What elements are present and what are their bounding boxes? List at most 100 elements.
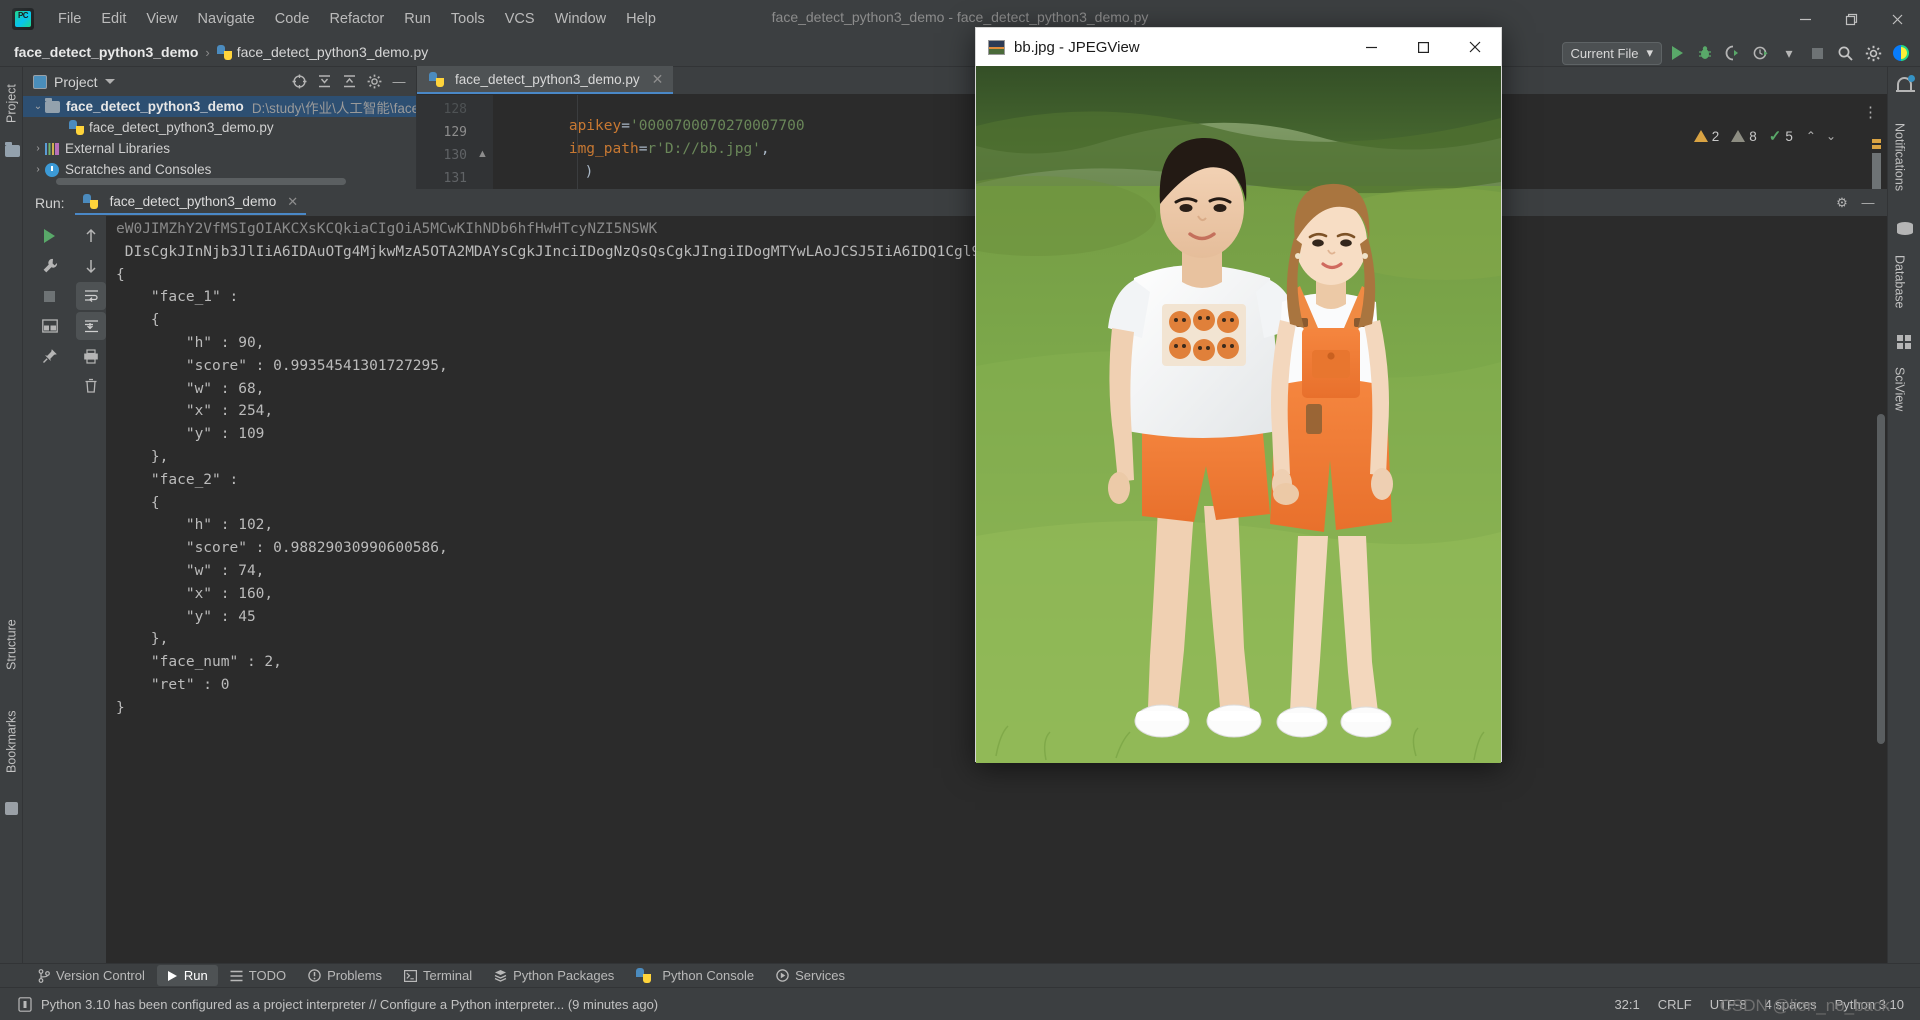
tool-tab-project[interactable]: Project [0,73,23,135]
breadcrumb-file[interactable]: face_detect_python3_demo.py [216,44,429,60]
jpegview-window[interactable]: bb.jpg - JPEGView [975,27,1502,763]
editor-more-options-button[interactable]: ⋮ [1863,103,1879,121]
tool-button-run[interactable]: Run [156,965,218,986]
menu-view[interactable]: View [136,7,187,31]
menu-window[interactable]: Window [545,7,617,31]
tree-item-external-libraries[interactable]: › External Libraries [23,138,416,159]
indent-setting[interactable]: 4 spaces [1765,997,1817,1012]
settings-button[interactable] [1860,40,1886,66]
menu-code[interactable]: Code [265,7,320,31]
ide-updates-button[interactable] [1888,40,1914,66]
sciview-icon[interactable] [1897,335,1911,349]
debug-button[interactable] [1692,40,1718,66]
run-panel-hide-button[interactable]: — [1857,192,1879,214]
chevron-up-icon[interactable]: ⌃ [1803,129,1819,143]
chevron-right-icon[interactable]: › [31,143,45,154]
print-button[interactable] [76,342,106,370]
edit-configuration-button[interactable] [35,252,65,280]
search-everywhere-button[interactable] [1832,40,1858,66]
layout-settings-button[interactable] [35,312,65,340]
clear-console-button[interactable] [76,372,106,400]
tree-item-project-root[interactable]: ⌄ face_detect_python3_demo D:\study\作业\人… [23,96,416,117]
jpegview-minimize-button[interactable] [1345,28,1397,66]
menu-vcs[interactable]: VCS [495,7,545,31]
tool-button-python-packages[interactable]: Python Packages [484,965,624,986]
breadcrumb-file-label: face_detect_python3_demo.py [236,44,429,60]
run-button[interactable] [1664,40,1690,66]
jpegview-title-bar[interactable]: bb.jpg - JPEGView [976,28,1501,66]
collapse-all-button[interactable] [338,71,360,93]
menu-navigate[interactable]: Navigate [188,7,265,31]
tree-item-python-file[interactable]: face_detect_python3_demo.py [23,117,416,138]
stop-process-button[interactable] [35,282,65,310]
tool-tab-database[interactable]: Database [1888,243,1911,321]
tool-button-label: Python Console [662,968,755,983]
chevron-down-icon[interactable]: ⌄ [31,101,45,112]
hide-project-panel-button[interactable]: — [388,71,410,93]
tool-tab-sciview[interactable]: SciView [1888,355,1911,423]
window-minimize-button[interactable] [1782,0,1828,38]
tool-button-python-console[interactable]: Python Console [626,965,764,986]
bookmark-icon[interactable] [5,802,18,815]
run-session-tab[interactable]: face_detect_python3_demo ✕ [74,191,307,215]
tree-item-scratches[interactable]: › Scratches and Consoles [23,159,416,180]
rerun-button[interactable] [35,222,65,250]
expand-all-button[interactable] [313,71,335,93]
scroll-up-button[interactable] [76,222,106,250]
stop-button[interactable] [1804,40,1830,66]
tool-tab-notifications[interactable]: Notifications [1888,103,1911,211]
breadcrumb-project[interactable]: face_detect_python3_demo [14,44,198,60]
editor-tab-face-detect[interactable]: face_detect_python3_demo.py ✕ [417,66,674,94]
menu-help[interactable]: Help [616,7,666,31]
window-restore-button[interactable] [1828,0,1874,38]
menu-tools[interactable]: Tools [441,7,495,31]
jpegview-close-button[interactable] [1449,28,1501,66]
project-panel-title[interactable]: Project [54,74,98,90]
caret-position[interactable]: 32:1 [1614,997,1639,1012]
soft-wrap-button[interactable] [76,282,106,310]
project-folder-icon[interactable] [5,142,20,157]
tool-button-todo[interactable]: TODO [220,965,296,986]
event-log-icon[interactable] [18,996,32,1012]
tool-button-version-control[interactable]: Version Control [28,965,155,986]
select-opened-file-button[interactable] [288,71,310,93]
project-horizontal-scrollbar[interactable] [56,178,346,185]
file-encoding[interactable]: UTF-8 [1710,997,1747,1012]
tool-tab-bookmarks[interactable]: Bookmarks [0,697,23,787]
interpreter-selector[interactable]: Python 3.10 [1835,997,1904,1012]
tool-button-terminal[interactable]: Terminal [394,965,482,986]
project-tool-window: Project — ⌄ face_detect_python3_demo D:\… [23,67,417,189]
line-separator[interactable]: CRLF [1658,997,1692,1012]
menu-run[interactable]: Run [394,7,441,31]
chevron-down-icon[interactable] [104,79,115,84]
menu-edit[interactable]: Edit [91,7,136,31]
window-close-button[interactable] [1874,0,1920,38]
menu-file[interactable]: File [48,7,91,31]
tool-button-problems[interactable]: Problems [298,965,392,986]
status-message[interactable]: Python 3.10 has been configured as a pro… [41,997,658,1012]
wrench-icon [43,258,57,273]
python-file-icon [69,120,84,135]
inspection-widget[interactable]: 2 8 ✓ 5 ⌃ ⌄ [1689,125,1843,147]
database-icon[interactable] [1897,222,1913,235]
scroll-to-end-button[interactable] [76,312,106,340]
run-panel-settings-button[interactable]: ⚙ [1831,192,1853,214]
jpegview-image-canvas[interactable] [976,66,1501,763]
menu-refactor[interactable]: Refactor [319,7,394,31]
run-configuration-selector[interactable]: Current File ▾ [1561,41,1662,65]
play-icon [1671,46,1683,60]
scroll-down-button[interactable] [76,252,106,280]
profile-button[interactable] [1748,40,1774,66]
project-settings-button[interactable] [363,71,385,93]
pin-tab-button[interactable] [35,342,65,370]
tool-tab-structure[interactable]: Structure [0,607,23,683]
jpegview-maximize-button[interactable] [1397,28,1449,66]
run-with-coverage-button[interactable] [1720,40,1746,66]
chevron-down-icon[interactable]: ⌄ [1823,129,1839,143]
chevron-right-icon[interactable]: › [31,164,45,175]
tool-button-services[interactable]: Services [766,965,855,986]
console-vertical-scrollbar[interactable] [1877,414,1885,744]
profiler-dropdown[interactable]: ▾ [1776,40,1802,66]
close-icon[interactable]: ✕ [652,71,664,88]
close-icon[interactable]: ✕ [287,194,298,210]
